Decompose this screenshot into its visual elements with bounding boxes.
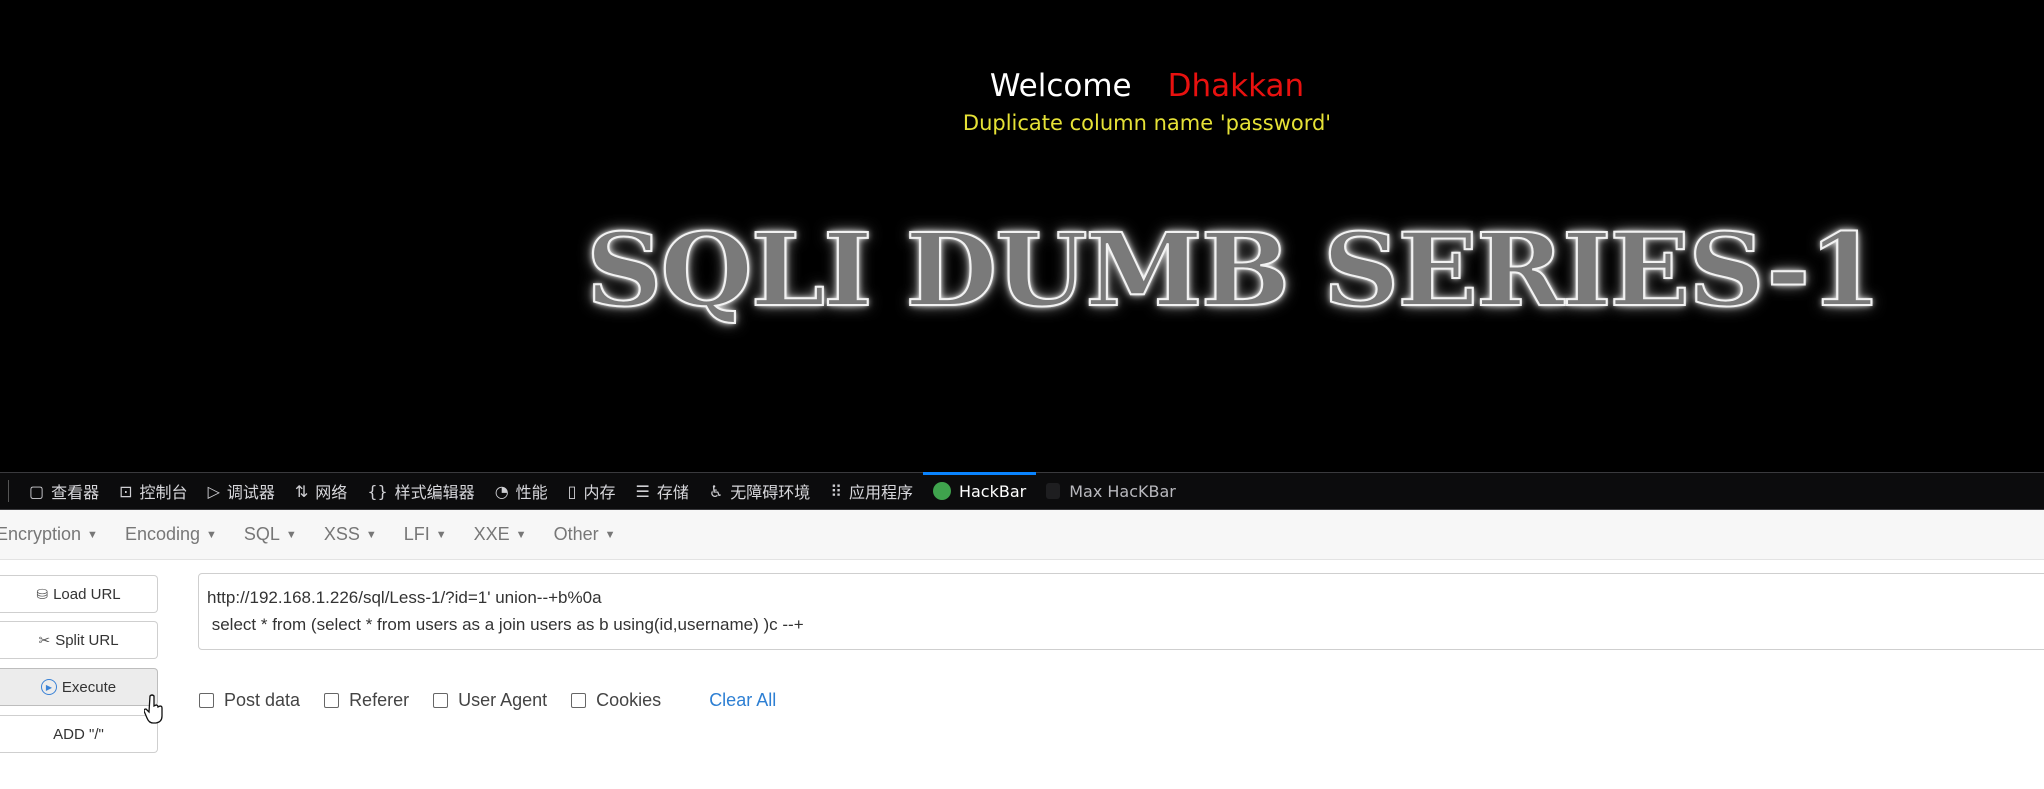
button-label: ADD "/" xyxy=(53,725,104,743)
caret-down-icon: ▼ xyxy=(206,529,217,541)
menu-label: SQL xyxy=(243,524,280,544)
user-name: Dhakkan xyxy=(1167,68,1305,104)
option-label: Referer xyxy=(349,690,410,710)
cookies-checkbox[interactable]: Cookies xyxy=(571,690,661,711)
option-label: User Agent xyxy=(458,690,548,710)
option-label: Cookies xyxy=(596,690,662,710)
page-viewport: Welcome Dhakkan Duplicate column name 'pa… xyxy=(0,0,2044,472)
performance-icon: ◔ xyxy=(494,481,509,501)
tab-label: 调试器 xyxy=(226,483,275,502)
tab-label: 应用程序 xyxy=(848,483,913,502)
console-icon: ⊡ xyxy=(119,481,133,501)
menu-xxe[interactable]: XXE ▼ xyxy=(474,524,527,545)
menu-sql[interactable]: SQL ▼ xyxy=(244,524,297,545)
debugger-icon: ▷ xyxy=(207,481,220,501)
tab-max-hackbar[interactable]: Max HacKBar xyxy=(1036,472,1186,510)
load-icon: ⛁ xyxy=(36,585,49,602)
welcome-label: Welcome xyxy=(989,68,1132,104)
sql-error-message: Duplicate column name 'password' xyxy=(962,111,1332,135)
menu-other[interactable]: Other ▼ xyxy=(554,524,616,545)
tab-label: HackBar xyxy=(958,481,1027,501)
add-slash-button[interactable]: ADD "/" xyxy=(0,715,158,753)
caret-down-icon: ▼ xyxy=(285,529,297,541)
scissors-icon: ✂ xyxy=(38,631,51,648)
series-banner: SQLI DUMB SERIES-1 xyxy=(585,210,1883,330)
menu-encryption[interactable]: Encryption ▼ xyxy=(0,524,98,545)
menu-label: Other xyxy=(553,524,599,544)
tab-label: 控制台 xyxy=(139,483,188,502)
menu-label: LFI xyxy=(403,524,430,544)
checkbox-box xyxy=(324,693,340,708)
checkbox-box xyxy=(199,693,214,708)
caret-down-icon: ▼ xyxy=(515,529,527,541)
menu-label: Encoding xyxy=(124,524,200,544)
network-icon: ⇅ xyxy=(294,481,309,501)
tab-performance[interactable]: ◔ 性能 xyxy=(485,472,558,510)
hackbar-panel: Encryption ▼ Encoding ▼ SQL ▼ XSS ▼ LFI ▼ XXE… xyxy=(0,510,2044,789)
caret-down-icon: ▼ xyxy=(87,529,98,541)
tab-console[interactable]: ⊡ 控制台 xyxy=(109,472,197,510)
accessibility-icon: ♿ xyxy=(708,481,724,501)
menu-encoding[interactable]: Encoding ▼ xyxy=(125,524,217,545)
tab-label: 性能 xyxy=(515,483,548,502)
checkbox-box xyxy=(433,693,449,708)
welcome-line: Welcome Dhakkan xyxy=(0,68,2044,104)
execute-button[interactable]: ▶ Execute xyxy=(0,668,158,706)
option-label: Post data xyxy=(224,690,301,710)
user-agent-checkbox[interactable]: User Agent xyxy=(433,690,547,711)
hackbar-shield-icon xyxy=(932,482,951,500)
load-url-button[interactable]: ⛁ Load URL xyxy=(0,575,158,613)
tab-accessibility[interactable]: ♿ 无障碍环境 xyxy=(699,472,820,510)
hand-cursor-icon xyxy=(144,694,163,724)
menu-label: XSS xyxy=(323,524,360,544)
tab-label: 存储 xyxy=(656,483,689,502)
request-options: Post data Referer User Agent Cookies Cle… xyxy=(199,690,776,711)
caret-down-icon: ▼ xyxy=(365,529,377,541)
inspector-icon: ▢ xyxy=(29,481,45,501)
menu-lfi[interactable]: LFI ▼ xyxy=(404,524,447,545)
toolbar-divider xyxy=(8,480,9,502)
menu-xss[interactable]: XSS ▼ xyxy=(324,524,377,545)
tab-label: Max HacKBar xyxy=(1069,481,1176,501)
url-textarea[interactable]: http://192.168.1.226/sql/Less-1/?id=1' u… xyxy=(198,573,2044,650)
tab-memory[interactable]: ▯ 内存 xyxy=(558,472,626,510)
tab-hackbar[interactable]: HackBar xyxy=(922,472,1037,510)
clear-all-link[interactable]: Clear All xyxy=(709,690,776,711)
tab-label: 无障碍环境 xyxy=(730,483,811,502)
devtools-toolbar: ▢ 查看器 ⊡ 控制台 ▷ 调试器 ⇅ 网络 {} 样式编辑器 ◔ 性能 ▯ 内… xyxy=(0,472,2044,510)
caret-down-icon: ▼ xyxy=(604,529,616,541)
play-icon: ▶ xyxy=(40,679,57,695)
tab-application[interactable]: ⠿ 应用程序 xyxy=(820,472,923,510)
checkbox-box xyxy=(571,693,587,708)
tab-inspector[interactable]: ▢ 查看器 xyxy=(19,472,109,510)
tab-label: 网络 xyxy=(315,483,348,502)
style-editor-icon: {} xyxy=(367,481,388,501)
tab-label: 查看器 xyxy=(51,483,100,502)
referer-checkbox[interactable]: Referer xyxy=(324,690,409,711)
tab-storage[interactable]: ☰ 存储 xyxy=(626,472,699,510)
button-label: Execute xyxy=(61,678,117,696)
lock-icon xyxy=(1046,483,1061,499)
tab-debugger[interactable]: ▷ 调试器 xyxy=(198,472,285,510)
storage-icon: ☰ xyxy=(635,481,650,501)
tab-label: 内存 xyxy=(583,483,616,502)
split-url-button[interactable]: ✂ Split URL xyxy=(0,621,158,659)
url-line-2: select * from (select * from users as a … xyxy=(207,615,804,634)
url-line-1: http://192.168.1.226/sql/Less-1/?id=1' u… xyxy=(207,588,602,607)
memory-icon: ▯ xyxy=(567,481,577,501)
caret-down-icon: ▼ xyxy=(435,529,447,541)
button-label: Load URL xyxy=(53,585,121,603)
application-icon: ⠿ xyxy=(830,481,842,501)
tab-network[interactable]: ⇅ 网络 xyxy=(285,472,357,510)
menu-label: XXE xyxy=(473,524,510,544)
post-data-checkbox[interactable]: Post data xyxy=(199,690,300,711)
menu-label: Encryption xyxy=(0,524,82,544)
tab-label: 样式编辑器 xyxy=(394,483,475,502)
tab-style-editor[interactable]: {} 样式编辑器 xyxy=(357,472,484,510)
button-label: Split URL xyxy=(55,631,119,649)
hackbar-menu: Encryption ▼ Encoding ▼ SQL ▼ XSS ▼ LFI ▼ XXE… xyxy=(0,510,2044,560)
